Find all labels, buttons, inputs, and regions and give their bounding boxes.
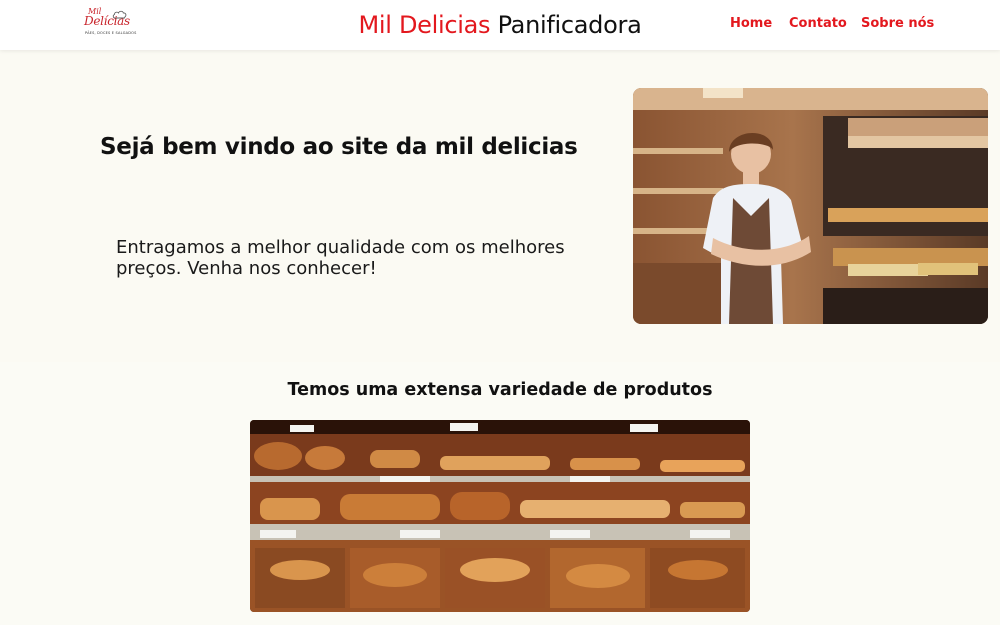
site-title-brand: Mil Delicias xyxy=(358,11,491,39)
bakery-shelves-photo xyxy=(250,420,750,612)
site-title: Mil Delicias Panificadora xyxy=(0,9,1000,41)
site-title-suffix: Panificadora xyxy=(497,11,642,39)
hero-text: Entragamos a melhor qualidade com os mel… xyxy=(116,237,565,279)
products-title: Temos uma extensa variedade de produtos xyxy=(287,380,713,400)
baker-photo xyxy=(633,88,988,324)
hero-title: Sejá bem vindo ao site da mil delicias xyxy=(100,134,578,160)
nav-link-contato[interactable]: Contato xyxy=(789,16,847,31)
nav-link-sobre-nos[interactable]: Sobre nós xyxy=(861,16,934,31)
nav-link-home[interactable]: Home xyxy=(730,16,772,31)
top-navbar: Mil Delícias PÃES, DOCES E SALGADOS Mil … xyxy=(0,0,1000,50)
